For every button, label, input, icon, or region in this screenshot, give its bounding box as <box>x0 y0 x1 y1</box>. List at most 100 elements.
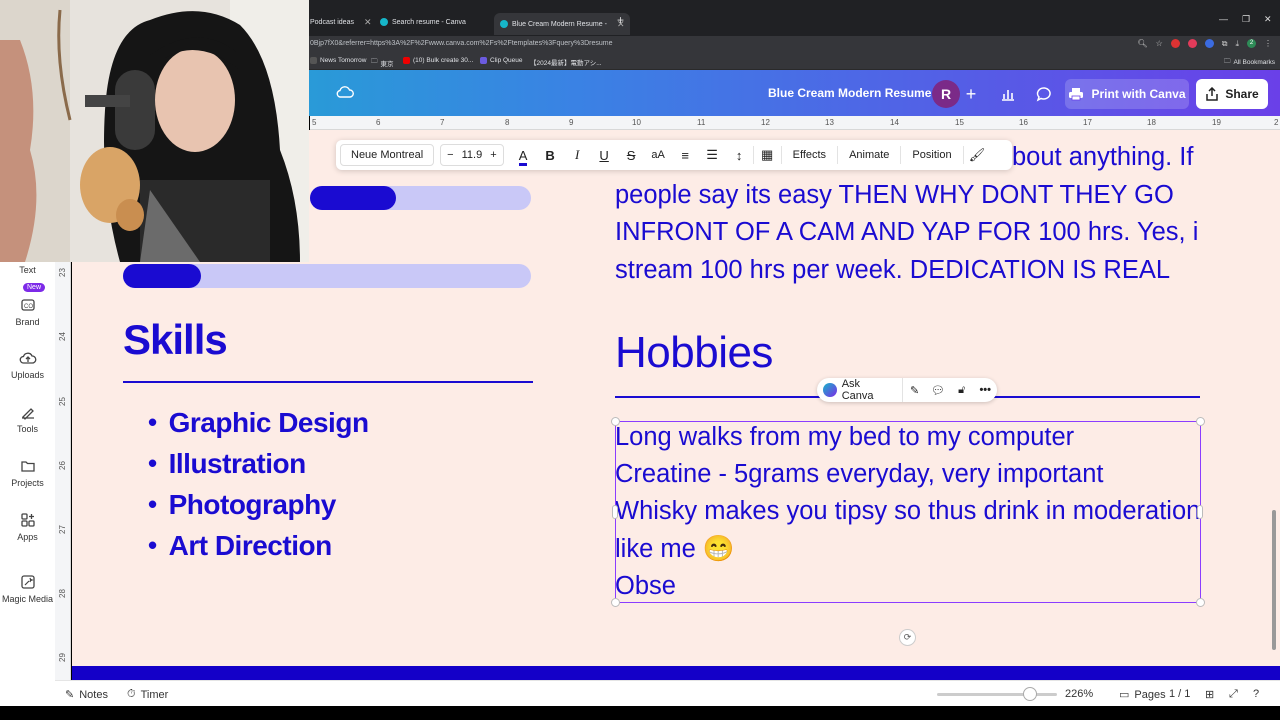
bookmark-star-icon[interactable]: ☆ <box>1156 39 1163 49</box>
skill-item[interactable]: Illustration <box>148 443 369 484</box>
more-menu-icon[interactable]: ⋮ <box>1264 39 1272 49</box>
effects-button[interactable]: Effects <box>782 149 837 161</box>
tab-blue-cream-resume[interactable]: Blue Cream Modern Resume - ✕ <box>494 13 631 35</box>
share-label: Share <box>1225 87 1259 101</box>
font-size-value[interactable]: 11.9 <box>462 149 483 161</box>
zoom-slider-knob[interactable] <box>1023 687 1037 701</box>
font-selector[interactable]: Neue Montreal <box>340 144 435 166</box>
increase-size-icon[interactable]: + <box>490 149 496 161</box>
rotate-icon[interactable]: ⟳ <box>899 629 916 646</box>
page-count: 1 / 1 <box>1169 688 1191 700</box>
extension-icon[interactable] <box>1204 39 1214 48</box>
bookmark-folder[interactable]: 🗀 東京 <box>371 57 394 68</box>
sidebar-item-brand[interactable]: CO Brand <box>0 297 55 327</box>
tab-label: Blue Cream Modern Resume - <box>512 20 607 28</box>
sidebar-item-apps[interactable]: Apps <box>0 512 55 542</box>
bookmark-item[interactable]: 【2024最新】電動アシ... <box>530 57 602 67</box>
sidebar-item-projects[interactable]: Projects <box>0 458 55 488</box>
notes-button[interactable]: ✎ Notes <box>65 688 108 702</box>
spacing-icon[interactable]: ↕ <box>726 148 753 163</box>
skill-item[interactable]: Photography <box>148 484 369 525</box>
vertical-scrollbar[interactable] <box>1272 510 1276 650</box>
timer-button[interactable]: ⏱︎ Timer <box>127 688 168 701</box>
extension-icon[interactable] <box>1170 39 1180 48</box>
ruler-mark: 28 <box>57 589 67 598</box>
decrease-size-icon[interactable]: − <box>447 149 453 161</box>
add-collaborator-icon[interactable]: + <box>960 80 982 108</box>
extensions-puzzle-icon[interactable]: ⧉ <box>1222 39 1228 49</box>
skills-divider <box>123 381 533 383</box>
bookmark-item[interactable]: News Tomorrow <box>310 57 366 64</box>
text-color-icon[interactable]: A <box>510 147 537 166</box>
position-button[interactable]: Position <box>901 149 962 161</box>
sidebar-item-magic-media[interactable]: Magic Media <box>0 574 55 604</box>
bold-icon[interactable]: B <box>537 148 564 163</box>
skills-heading[interactable]: Skills <box>123 316 228 364</box>
magic-media-icon <box>20 575 35 589</box>
resize-handle[interactable] <box>611 598 620 607</box>
selection-box[interactable] <box>615 421 1201 603</box>
pages-button[interactable]: ▭ Pages <box>1119 688 1166 702</box>
add-comment-icon[interactable]: 💬︎ <box>926 384 950 397</box>
skill-item[interactable]: Art Direction <box>148 525 369 566</box>
search-page-icon[interactable]: 🔍︎ <box>1137 39 1147 49</box>
lock-icon[interactable]: 🔓︎ <box>950 384 974 397</box>
url-field[interactable]: 0Bjp7fX0&referrer=https%3A%2F%2Fwww.canv… <box>310 40 613 47</box>
new-tab-icon[interactable]: + <box>617 13 624 27</box>
bookmark-item[interactable]: (10) Bulk create 30... <box>403 57 473 64</box>
resize-handle[interactable] <box>1196 598 1205 607</box>
skills-list[interactable]: Graphic Design Illustration Photography … <box>148 402 369 566</box>
transparency-icon[interactable]: ▦ <box>754 147 781 163</box>
hobbies-heading[interactable]: Hobbies <box>615 328 773 378</box>
sidebar-item-text[interactable]: Text <box>0 265 55 275</box>
ask-canva-button[interactable]: Ask Canva <box>817 378 903 402</box>
more-options-icon[interactable]: ••• <box>973 384 997 396</box>
resize-handle[interactable] <box>611 417 620 426</box>
fullscreen-icon[interactable]: ⤢ <box>1229 688 1238 701</box>
status-bar: ✎ Notes ⏱︎ Timer 226% ▭ Pages 1 / 1 ⊞ ⤢ … <box>55 680 1280 706</box>
zoom-slider[interactable] <box>937 693 1057 696</box>
document-title[interactable]: Blue Cream Modern Resume <box>768 86 931 100</box>
bullet-list-icon[interactable]: ☰ <box>699 147 726 163</box>
profile-avatar[interactable]: 2 <box>1247 39 1256 48</box>
pinterest-extension-icon[interactable] <box>1187 39 1197 48</box>
align-left-icon[interactable]: ≡ <box>672 148 699 163</box>
restore-icon[interactable]: ❐ <box>1242 14 1250 25</box>
comment-icon[interactable] <box>1030 80 1058 108</box>
print-with-canva-button[interactable]: Print with Canva <box>1065 79 1189 109</box>
side-resize-handle[interactable] <box>612 505 618 519</box>
help-icon[interactable]: ? <box>1253 688 1259 700</box>
magic-edit-icon[interactable]: ✎ <box>903 384 927 397</box>
share-button[interactable]: Share <box>1196 79 1268 109</box>
tab-close-icon[interactable]: ✕ <box>364 17 372 28</box>
letter-case-icon[interactable]: aA <box>645 149 672 161</box>
tab-podcast-ideas[interactable]: Podcast ideas ✕ <box>310 14 372 30</box>
resize-handle[interactable] <box>1196 417 1205 426</box>
folder-icon <box>20 461 35 472</box>
paint-format-icon[interactable]: 🖌︎ <box>964 147 991 163</box>
analytics-icon[interactable] <box>994 80 1022 108</box>
canva-favicon-icon <box>380 18 388 26</box>
animate-button[interactable]: Animate <box>838 149 900 161</box>
sidebar-item-uploads[interactable]: Uploads <box>0 350 55 380</box>
minimize-icon[interactable]: — <box>1219 14 1228 24</box>
strikethrough-icon[interactable]: S <box>618 148 645 163</box>
webcam-overlay <box>0 0 309 262</box>
ruler-mark: 26 <box>57 461 67 470</box>
close-window-icon[interactable]: ✕ <box>1264 14 1272 25</box>
zoom-level[interactable]: 226% <box>1065 688 1093 700</box>
tab-search-resume[interactable]: Search resume - Canva ✕ <box>380 14 501 30</box>
sidebar-item-label: Text <box>19 265 36 275</box>
sidebar-item-tools[interactable]: Tools <box>0 404 55 434</box>
underline-icon[interactable]: U <box>591 148 618 163</box>
grid-view-icon[interactable]: ⊞ <box>1205 688 1214 701</box>
all-bookmarks[interactable]: 🗀 All Bookmarks <box>1224 57 1275 68</box>
cloud-save-icon[interactable] <box>336 85 354 99</box>
skill-item[interactable]: Graphic Design <box>148 402 369 443</box>
italic-icon[interactable]: I <box>564 147 591 163</box>
bookmark-item[interactable]: Clip Queue <box>480 57 523 64</box>
avatar[interactable]: R <box>932 80 960 108</box>
bookmark-label: 【2024最新】電動アシ... <box>530 60 602 67</box>
download-icon[interactable]: ⤓ <box>1235 39 1239 49</box>
side-resize-handle[interactable] <box>1197 505 1203 519</box>
